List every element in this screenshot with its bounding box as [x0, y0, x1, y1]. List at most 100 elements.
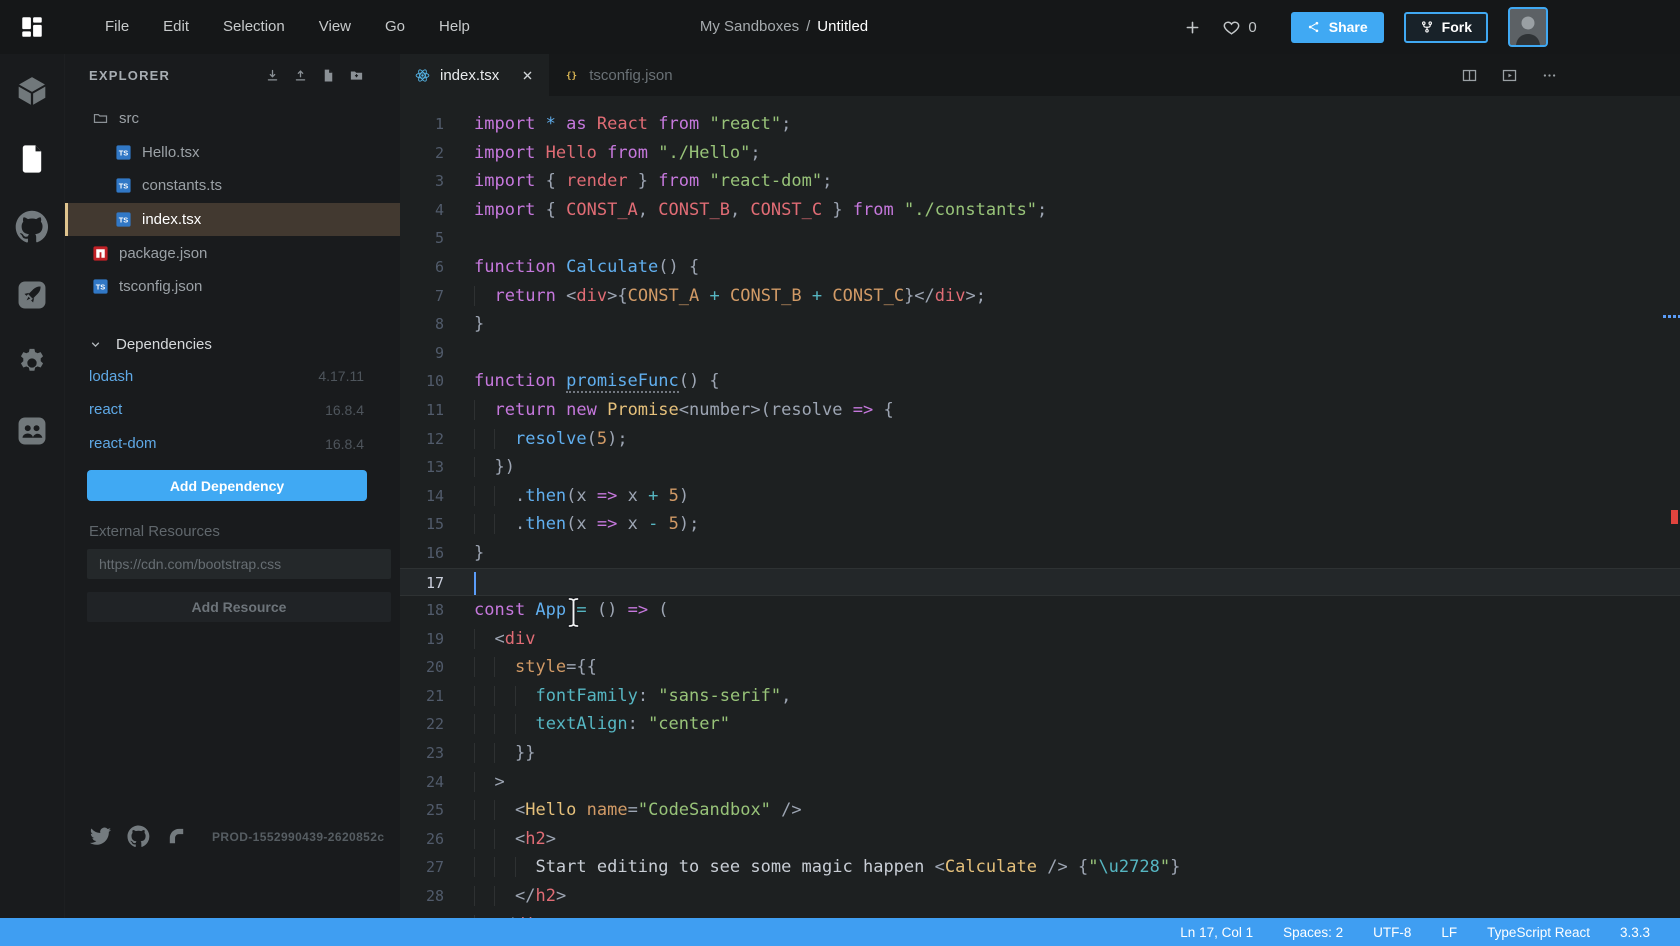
code-line-16[interactable]: 16} [400, 539, 1680, 568]
add-resource-button[interactable]: Add Resource [87, 592, 391, 622]
dependency-version: 16.8.4 [325, 402, 364, 418]
code-line-19[interactable]: 19 <div [400, 625, 1680, 654]
user-avatar[interactable] [1508, 7, 1548, 47]
code-text: .then(x => x - 5); [462, 510, 699, 539]
menu-file[interactable]: File [88, 0, 146, 54]
code-line-9[interactable]: 9 [400, 339, 1680, 368]
spectrum-icon[interactable] [165, 825, 188, 848]
code-line-8[interactable]: 8} [400, 310, 1680, 339]
code-line-5[interactable]: 5 [400, 224, 1680, 253]
rail-item-sandbox-info[interactable] [15, 74, 49, 108]
code-line-15[interactable]: 15 .then(x => x - 5); [400, 510, 1680, 539]
add-dependency-button[interactable]: Add Dependency [87, 470, 367, 501]
tab-tsconfig-json[interactable]: {}tsconfig.json [549, 54, 686, 96]
file-package-json[interactable]: package.json [65, 236, 400, 270]
code-line-23[interactable]: 23 }} [400, 739, 1680, 768]
upload-icon[interactable] [293, 68, 308, 83]
status-lf: LF [1441, 925, 1457, 940]
new-sandbox-button[interactable] [1183, 18, 1202, 37]
code-line-14[interactable]: 14 .then(x => x + 5) [400, 482, 1680, 511]
rail-item-deployment[interactable] [15, 278, 49, 312]
twitter-icon[interactable] [89, 825, 112, 848]
svg-text:TS: TS [119, 216, 129, 225]
dependency-lodash[interactable]: lodash 4.17.11 [65, 360, 400, 394]
editor-header-actions [1461, 54, 1558, 96]
share-button[interactable]: Share [1291, 12, 1384, 43]
line-number: 20 [400, 653, 462, 682]
code-line-13[interactable]: 13 }) [400, 453, 1680, 482]
menu-edit[interactable]: Edit [146, 0, 206, 54]
breadcrumb-current[interactable]: Untitled [817, 18, 868, 35]
rail-item-file-explorer[interactable] [15, 142, 49, 176]
explorer-header: EXPLORER [65, 54, 400, 96]
code-line-2[interactable]: 2import Hello from "./Hello"; [400, 139, 1680, 168]
code-text: <h2> [462, 825, 556, 854]
close-tab-icon[interactable] [520, 68, 535, 83]
code-line-3[interactable]: 3import { render } from "react-dom"; [400, 167, 1680, 196]
code-line-29[interactable]: 29 </div [400, 911, 1680, 918]
code-line-25[interactable]: 25 <Hello name="CodeSandbox" /> [400, 796, 1680, 825]
code-text: function promiseFunc() { [462, 367, 720, 396]
code-line-12[interactable]: 12 resolve(5); [400, 425, 1680, 454]
more-icon[interactable] [1541, 67, 1558, 84]
codesandbox-menu-button[interactable] [0, 0, 64, 54]
rail-item-github[interactable] [15, 210, 49, 244]
line-number: 22 [400, 710, 462, 739]
code-line-28[interactable]: 28 </h2> [400, 882, 1680, 911]
fork-button[interactable]: Fork [1404, 12, 1488, 43]
preview-icon[interactable] [1501, 67, 1518, 84]
code-text: .then(x => x + 5) [462, 482, 689, 511]
code-line-6[interactable]: 6function Calculate() { [400, 253, 1680, 282]
like-button[interactable]: 0 [1222, 18, 1256, 37]
code-line-17[interactable]: 17 [400, 568, 1680, 597]
file-constants-ts[interactable]: TSconstants.ts [65, 169, 400, 203]
file-index-tsx[interactable]: TSindex.tsx [65, 203, 400, 237]
code-line-4[interactable]: 4import { CONST_A, CONST_B, CONST_C } fr… [400, 196, 1680, 225]
file-src[interactable]: src [65, 102, 400, 136]
download-icon[interactable] [265, 68, 280, 83]
code-line-7[interactable]: 7 return <div>{CONST_A + CONST_B + CONST… [400, 282, 1680, 311]
code-line-11[interactable]: 11 return new Promise<number>(resolve =>… [400, 396, 1680, 425]
code-line-26[interactable]: 26 <h2> [400, 825, 1680, 854]
rocket-icon [15, 278, 49, 312]
code-line-1[interactable]: 1import * as React from "react"; [400, 110, 1680, 139]
code-text [462, 569, 474, 596]
status-bar: Ln 17, Col 1Spaces: 2UTF-8LFTypeScript R… [0, 918, 1680, 946]
svg-text:TS: TS [119, 148, 129, 157]
line-number: 4 [400, 196, 462, 225]
code-editor[interactable]: 1import * as React from "react"; 2import… [400, 96, 1680, 918]
code-line-24[interactable]: 24 > [400, 768, 1680, 797]
breadcrumb: My Sandboxes/Untitled [700, 0, 868, 54]
ts-icon: TS [92, 278, 109, 295]
code-text: } [462, 539, 484, 568]
menu-selection[interactable]: Selection [206, 0, 302, 54]
code-line-18[interactable]: 18const App = () => ( [400, 596, 1680, 625]
code-line-22[interactable]: 22 textAlign: "center" [400, 710, 1680, 739]
menu-go[interactable]: Go [368, 0, 422, 54]
github-icon[interactable] [127, 825, 150, 848]
rail-item-live[interactable] [15, 414, 49, 448]
overview-ruler-error-mark [1671, 510, 1678, 524]
code-line-10[interactable]: 10function promiseFunc() { [400, 367, 1680, 396]
file-tsconfig-json[interactable]: TStsconfig.json [65, 270, 400, 304]
status-ln-17-col-1: Ln 17, Col 1 [1180, 925, 1253, 940]
tab-index-tsx[interactable]: index.tsx [400, 54, 549, 96]
status-typescript-react: TypeScript React [1487, 925, 1590, 940]
code-line-20[interactable]: 20 style={{ [400, 653, 1680, 682]
menu-help[interactable]: Help [422, 0, 487, 54]
explorer-actions [265, 68, 364, 83]
line-number: 7 [400, 282, 462, 311]
dependency-react-dom[interactable]: react-dom 16.8.4 [65, 427, 400, 461]
breadcrumb-root[interactable]: My Sandboxes [700, 18, 799, 35]
dependencies-header[interactable]: Dependencies [65, 330, 400, 360]
new-file-icon[interactable] [321, 68, 336, 83]
menu-view[interactable]: View [302, 0, 368, 54]
dependency-react[interactable]: react 16.8.4 [65, 393, 400, 427]
new-folder-icon[interactable] [349, 68, 364, 83]
code-line-27[interactable]: 27 Start editing to see some magic happe… [400, 853, 1680, 882]
code-line-21[interactable]: 21 fontFamily: "sans-serif", [400, 682, 1680, 711]
split-view-icon[interactable] [1461, 67, 1478, 84]
rail-item-preferences[interactable] [15, 346, 49, 380]
external-resource-input[interactable] [87, 549, 391, 579]
file-hello-tsx[interactable]: TSHello.tsx [65, 136, 400, 170]
